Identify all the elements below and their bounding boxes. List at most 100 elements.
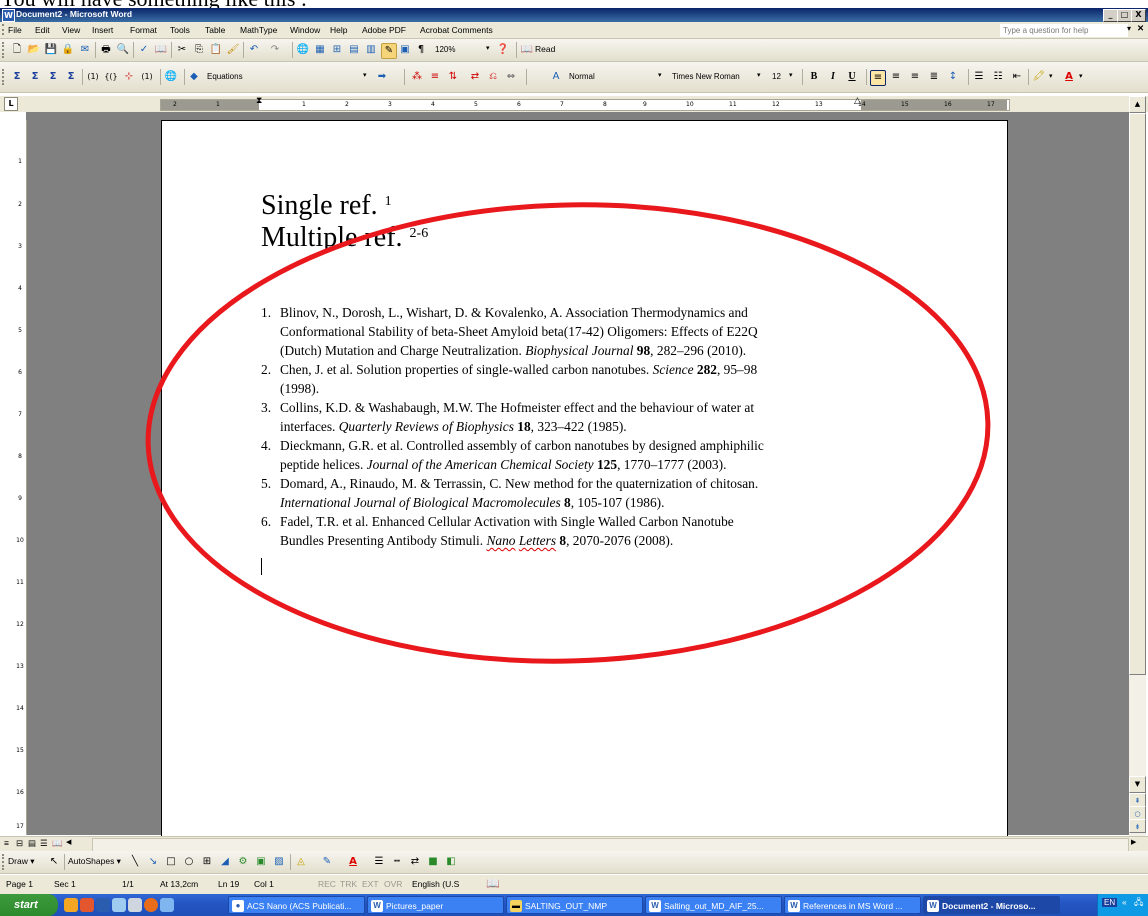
scroll-down-icon[interactable]: ▼ [1129, 776, 1146, 793]
save-icon[interactable]: 💾 [44, 43, 58, 57]
vertical-ruler[interactable]: 1 2 3 4 5 6 7 8 9 10 11 12 13 14 15 16 1… [14, 120, 27, 835]
open-folder-icon[interactable]: 📂 [27, 43, 41, 57]
firefox-quicklaunch-icon[interactable] [64, 898, 78, 912]
research-icon[interactable]: 📖 [154, 43, 168, 57]
mathtype-options-icon[interactable]: ⇔ [504, 70, 518, 84]
language-indicator[interactable]: EN [1102, 898, 1118, 907]
task-references-ms-word[interactable]: W References in MS Word ... [784, 896, 921, 914]
word-app-icon[interactable]: W [2, 9, 15, 22]
diagram-icon[interactable]: ⚙ [236, 855, 250, 869]
multiple-ref-line[interactable]: Multiple ref. 2-6 [261, 222, 428, 254]
menu-grip[interactable] [2, 24, 7, 35]
scroll-up-icon[interactable]: ▲ [1129, 96, 1146, 113]
tables-borders-icon[interactable]: ▦ [313, 43, 327, 57]
picture-icon[interactable]: ▨ [272, 855, 286, 869]
equations-dropdown[interactable]: Equations [204, 70, 357, 83]
line-style-icon[interactable]: ☰ [372, 855, 386, 869]
spelling-icon[interactable]: ✓ [137, 43, 151, 57]
wordart-icon[interactable]: ◢ [218, 855, 232, 869]
office-quicklaunch-icon[interactable] [80, 898, 94, 912]
select-browse-object-icon[interactable]: ○ [1129, 806, 1146, 820]
line-icon[interactable]: ╲ [128, 855, 142, 869]
indent-marker-icon[interactable]: ⧗ [256, 97, 262, 106]
select-objects-icon[interactable]: ↖ [47, 855, 61, 869]
email-icon[interactable]: ✉ [78, 43, 92, 57]
status-ext[interactable]: EXT [362, 879, 379, 889]
tray-network-icon[interactable]: 🖧 [1134, 897, 1143, 911]
size-dropdown[interactable]: 12 [769, 70, 786, 83]
mathtype-export-icon[interactable]: ⎌ [486, 70, 500, 84]
textbox-icon[interactable]: ⊞ [200, 855, 214, 869]
menu-insert[interactable]: Insert [92, 25, 113, 35]
font-dropdown[interactable]: Times New Roman [669, 70, 756, 83]
print-preview-icon[interactable]: 🔍 [116, 43, 130, 57]
mathtype-number-icon[interactable]: (1) [86, 70, 100, 84]
status-rec[interactable]: REC [318, 879, 336, 889]
font-color-arrow-icon[interactable]: ▾ [1079, 72, 1083, 80]
mathtype-sum-icon[interactable]: Σ [46, 70, 60, 84]
fill-color-icon[interactable]: ◬ [294, 855, 308, 869]
redo-icon[interactable]: ↷ [268, 43, 282, 57]
new-document-icon[interactable]: 🗋 [10, 43, 24, 57]
reference-line[interactable]: International Journal of Biological Macr… [280, 494, 664, 511]
style-dropdown[interactable]: Normal [566, 70, 653, 83]
reference-line[interactable]: Blinov, N., Dorosh, L., Wishart, D. & Ko… [280, 304, 748, 321]
task-pictures-paper[interactable]: W Pictures_paper [367, 896, 504, 914]
scroll-right-icon[interactable]: ▶ [1131, 838, 1136, 846]
shadow-icon[interactable]: ■ [426, 855, 440, 869]
zoom-dropdown[interactable]: 120% [432, 43, 471, 56]
copy-icon[interactable]: ⎘ [192, 43, 206, 57]
insert-table-icon[interactable]: ⊞ [330, 43, 344, 57]
reference-line[interactable]: Domard, A., Rinaudo, M. & Terrassin, C. … [280, 475, 758, 492]
reference-line[interactable]: interfaces. Quarterly Reviews of Biophys… [280, 418, 627, 435]
status-language[interactable]: English (U.S [412, 879, 459, 889]
reference-line[interactable]: (1998). [280, 380, 319, 397]
format-painter-icon[interactable]: 🖌 [226, 43, 240, 57]
help-icon[interactable]: ❓ [496, 43, 510, 57]
window-title-bar[interactable]: W Document2 - Microsoft Word _ □ X [0, 8, 1148, 22]
previous-page-icon[interactable]: ⇞ [1129, 793, 1146, 807]
highlight-arrow-icon[interactable]: ▾ [1049, 72, 1053, 80]
menu-acrobat-comments[interactable]: Acrobat Comments [420, 25, 493, 35]
scroll-left-icon[interactable]: ◀ [66, 838, 71, 846]
permission-icon[interactable]: 🔒 [61, 43, 75, 57]
reference-line[interactable]: Fadel, T.R. et al. Enhanced Cellular Act… [280, 513, 734, 530]
document-map-icon[interactable]: ▣ [398, 43, 412, 57]
menu-file[interactable]: File [8, 25, 22, 35]
toolbar-grip[interactable] [2, 42, 7, 58]
equations-arrow-icon[interactable]: ◆ [187, 70, 201, 84]
align-left-icon[interactable]: ≡ [870, 70, 886, 86]
style-arrow-icon[interactable]: ▾ [658, 71, 662, 79]
browser-quicklaunch-icon[interactable] [144, 898, 158, 912]
line-color-icon[interactable]: ✎ [320, 855, 334, 869]
equations-next-icon[interactable]: ➡ [375, 70, 389, 84]
mathtype-convert-icon[interactable]: ⇄ [468, 70, 482, 84]
hyperlink-icon[interactable]: 🌐 [296, 43, 310, 57]
scrollbar-thumb[interactable] [1129, 113, 1146, 675]
right-indent-marker-icon[interactable]: △ [854, 97, 861, 106]
oval-icon[interactable]: ○ [182, 855, 196, 869]
mathtype-eq-number-icon[interactable]: (1) [140, 70, 154, 84]
draw-menu[interactable]: Draw ▾ [8, 856, 34, 867]
arrow-icon[interactable]: ↘ [146, 855, 160, 869]
reference-line[interactable]: Collins, K.D. & Washabaugh, M.W. The Hof… [280, 399, 754, 416]
close-document-icon[interactable]: ✕ [1137, 23, 1144, 34]
vertical-scrollbar[interactable]: ▲ ▼ ⇞ ○ ⇟ [1129, 96, 1146, 836]
misc-quicklaunch-icon[interactable] [160, 898, 174, 912]
desktop-quicklaunch-icon[interactable] [112, 898, 126, 912]
single-ref-line[interactable]: Single ref. 1 [261, 190, 392, 222]
tray-expand-icon[interactable]: « [1122, 897, 1127, 907]
read-button[interactable]: Read [535, 44, 555, 54]
undo-icon[interactable]: ↶ [247, 43, 261, 57]
reference-line[interactable]: (Dutch) Mutation and Charge Neutralizati… [280, 342, 746, 359]
formatting-grip[interactable] [2, 69, 7, 85]
mathtype-sum-icon[interactable]: Σ [28, 70, 42, 84]
status-trk[interactable]: TRK [340, 879, 357, 889]
arrow-style-icon[interactable]: ⇄ [408, 855, 422, 869]
underline-button[interactable]: U [845, 70, 859, 84]
horizontal-scrollbar[interactable] [92, 838, 1129, 852]
menu-view[interactable]: View [62, 25, 80, 35]
drawing-grip[interactable] [2, 854, 7, 870]
menu-format[interactable]: Format [130, 25, 157, 35]
insert-excel-icon[interactable]: ▤ [347, 43, 361, 57]
